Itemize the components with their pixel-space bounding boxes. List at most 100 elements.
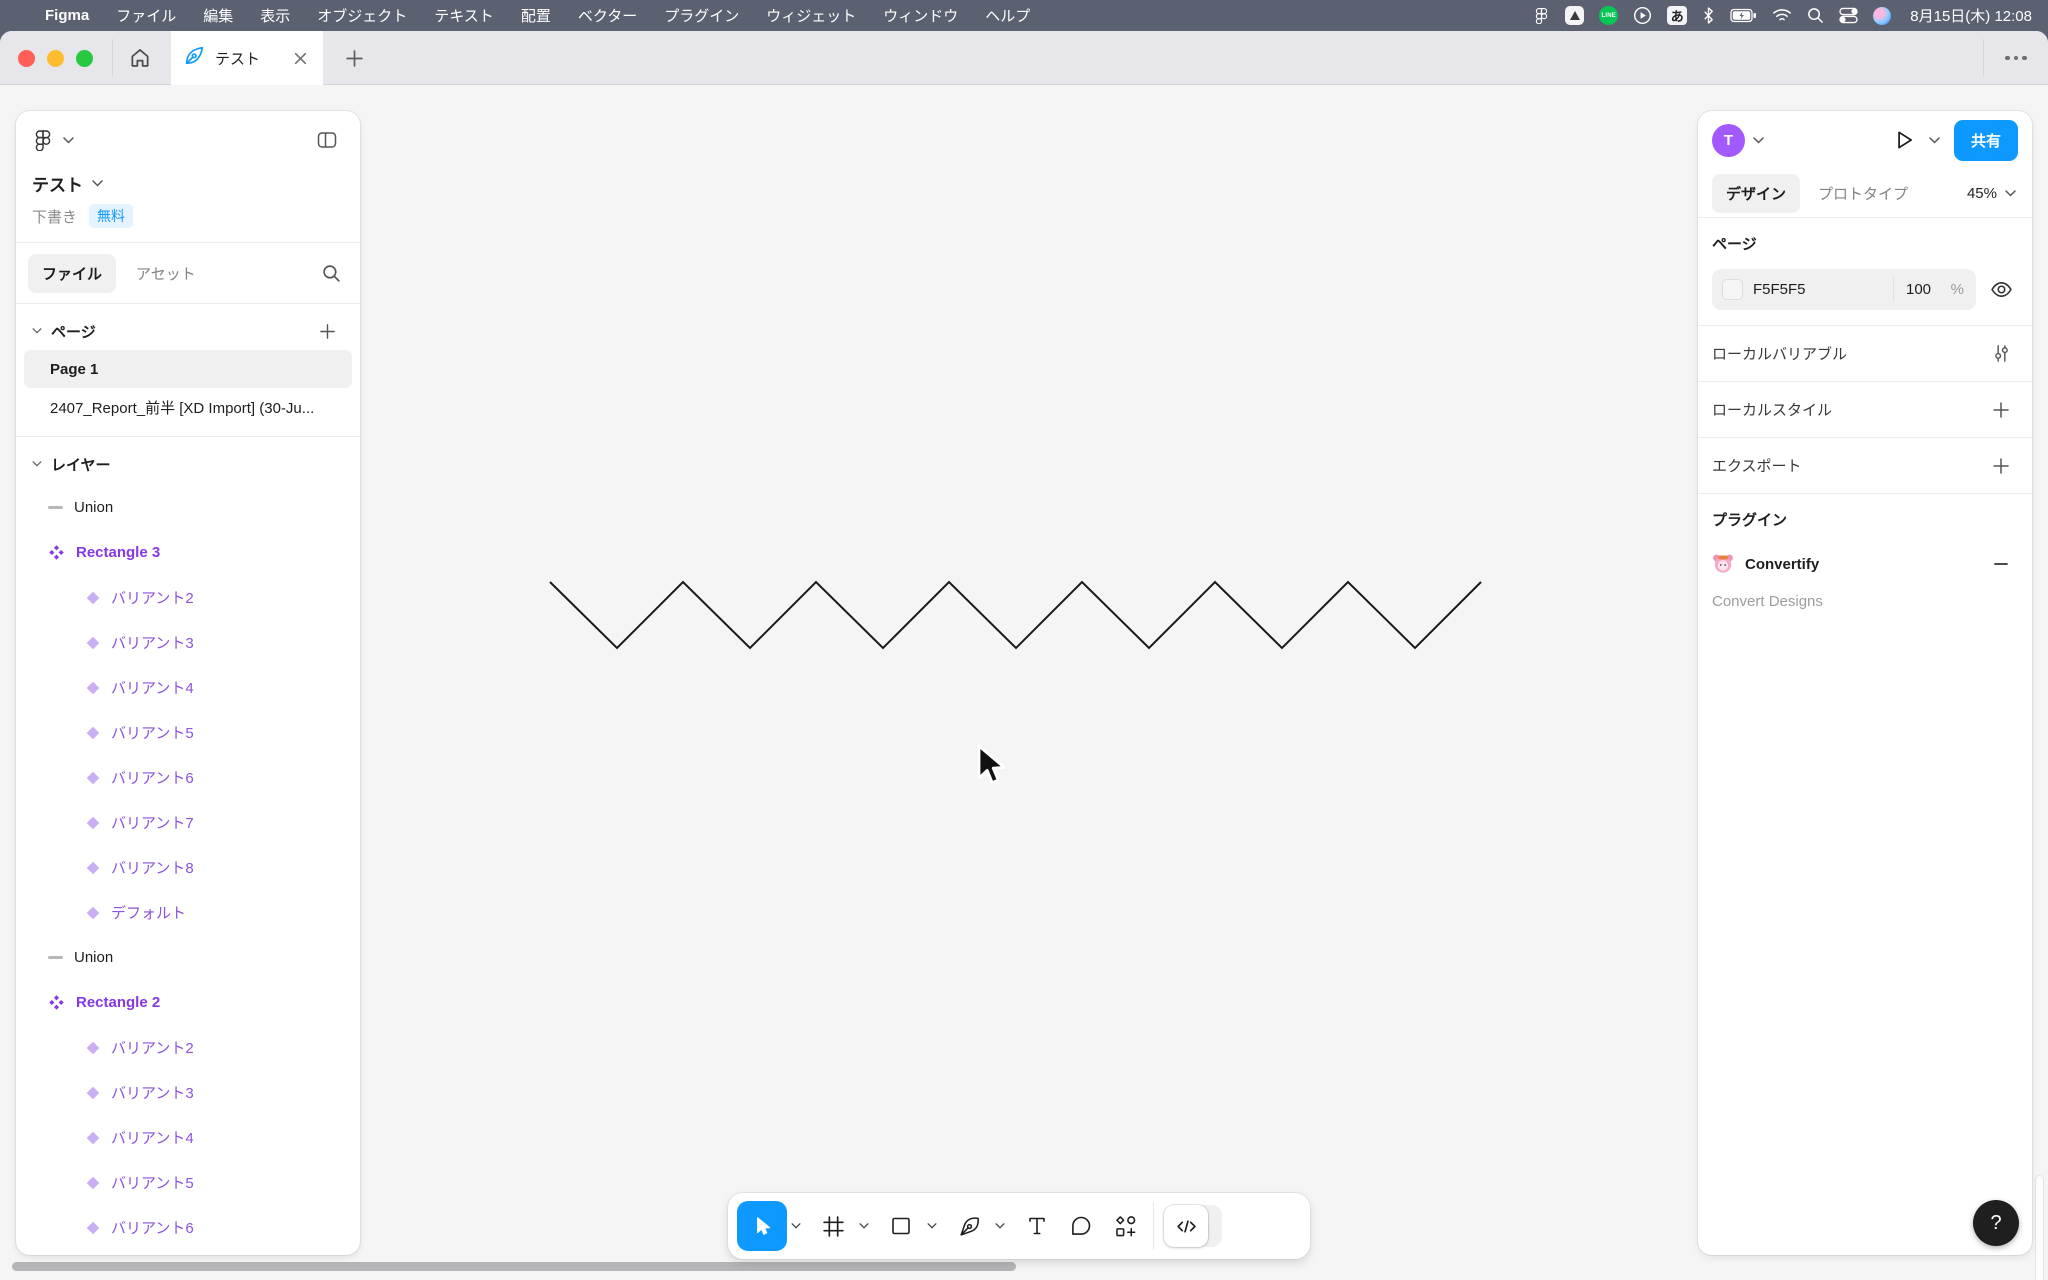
menubar-item-window[interactable]: ウィンドウ [883, 5, 958, 26]
layer-row[interactable]: Rectangle 2 [24, 980, 352, 1025]
chevron-down-icon[interactable] [1929, 137, 1940, 144]
add-style-icon[interactable] [1984, 393, 2018, 427]
add-export-icon[interactable] [1984, 449, 2018, 483]
frame-tool-dropdown[interactable] [855, 1201, 873, 1251]
pen-tool-dropdown[interactable] [991, 1201, 1009, 1251]
capture-app-icon[interactable] [1565, 6, 1584, 25]
layer-row[interactable]: バリアント6 [24, 1205, 352, 1250]
menubar-clock[interactable]: 8月15日(木) 12:08 [1910, 5, 2032, 26]
menubar-item-arrange[interactable]: 配置 [521, 5, 551, 26]
page-color-field[interactable]: F5F5F5 100 % [1712, 269, 1976, 310]
shape-tool-button[interactable] [879, 1201, 923, 1251]
present-play-icon[interactable] [1887, 123, 1921, 157]
layer-row[interactable]: バリアント3 [24, 620, 352, 665]
layer-row[interactable]: Union [24, 935, 352, 980]
layer-row[interactable]: バリアント2 [24, 575, 352, 620]
layer-row[interactable]: バリアント3 [24, 1070, 352, 1115]
page-color-opacity[interactable]: 100 [1906, 281, 1931, 298]
avatar[interactable]: T [1712, 124, 1745, 157]
move-tool-dropdown[interactable] [787, 1201, 805, 1251]
tab-test-file[interactable]: テスト [171, 31, 323, 85]
tab-design[interactable]: デザイン [1712, 174, 1800, 213]
layer-row[interactable]: Union [24, 485, 352, 530]
variables-adjust-icon[interactable] [1984, 337, 2018, 371]
plan-badge[interactable]: 無料 [89, 204, 133, 228]
menubar-item-object[interactable]: オブジェクト [317, 5, 407, 26]
playback-status-icon[interactable] [1633, 6, 1652, 25]
wifi-icon[interactable] [1772, 8, 1792, 23]
new-tab-button[interactable] [338, 42, 370, 74]
more-options-button[interactable] [1994, 42, 2038, 74]
chevron-down-icon[interactable] [92, 180, 103, 187]
layer-row[interactable]: バリアント5 [24, 1160, 352, 1205]
tab-files[interactable]: ファイル [28, 254, 116, 293]
canvas-vertical-scrollbar[interactable] [2035, 1175, 2044, 1280]
layer-row[interactable]: バリアント8 [24, 845, 352, 890]
menubar-item-edit[interactable]: 編集 [203, 5, 233, 26]
dev-mode-toggle[interactable] [1164, 1205, 1222, 1247]
chevron-down-icon[interactable] [32, 328, 42, 334]
spotlight-icon[interactable] [1807, 7, 1824, 24]
home-button[interactable] [122, 40, 158, 76]
local-styles-row[interactable]: ローカルスタイル [1698, 382, 2032, 437]
layer-row[interactable]: バリアント4 [24, 1115, 352, 1160]
menubar-item-help[interactable]: ヘルプ [985, 5, 1030, 26]
menubar-item-view[interactable]: 表示 [260, 5, 290, 26]
layer-row[interactable]: バリアント6 [24, 755, 352, 800]
bluetooth-icon[interactable] [1702, 6, 1715, 25]
plugin-description: Convert Designs [1712, 593, 2018, 610]
local-variables-row[interactable]: ローカルバリアブル [1698, 326, 2032, 381]
chevron-down-icon [63, 137, 74, 144]
help-button[interactable]: ? [1973, 1200, 2019, 1246]
figma-status-icon[interactable] [1533, 7, 1550, 24]
share-button[interactable]: 共有 [1954, 120, 2018, 161]
tab-assets[interactable]: アセット [122, 254, 210, 293]
menubar-item-plugins[interactable]: プラグイン [664, 5, 739, 26]
chevron-down-icon[interactable] [1753, 137, 1764, 144]
fullscreen-window-button[interactable] [76, 50, 93, 67]
text-tool-button[interactable] [1015, 1201, 1059, 1251]
frame-tool-button[interactable] [811, 1201, 855, 1251]
collapse-sidebar-button[interactable] [310, 123, 344, 157]
figma-main-menu-button[interactable] [32, 129, 74, 151]
file-name-title[interactable]: テスト [32, 171, 83, 196]
layer-row[interactable]: デフォルト [24, 890, 352, 935]
color-swatch[interactable] [1722, 279, 1743, 300]
zoom-level-control[interactable]: 45% [1967, 185, 2018, 202]
layer-row[interactable]: バリアント4 [24, 665, 352, 710]
line-app-icon[interactable]: LINE [1599, 6, 1618, 25]
tab-prototype[interactable]: プロトタイプ [1804, 174, 1922, 213]
shape-tool-dropdown[interactable] [923, 1201, 941, 1251]
menubar-item-vector[interactable]: ベクター [578, 5, 637, 26]
plugin-row[interactable]: Convertify [1712, 547, 2018, 581]
file-location-label[interactable]: 下書き [32, 206, 77, 227]
layer-row[interactable]: バリアント5 [24, 710, 352, 755]
page-list-item[interactable]: Page 1 [24, 350, 352, 388]
menubar-item-file[interactable]: ファイル [116, 5, 176, 26]
visibility-eye-icon[interactable] [1984, 273, 2018, 307]
actions-tool-button[interactable] [1103, 1201, 1147, 1251]
menubar-item-text[interactable]: テキスト [434, 5, 494, 26]
input-method-icon[interactable]: あ [1667, 6, 1687, 25]
page-list-item[interactable]: 2407_Report_前半 [XD Import] (30-Ju... [24, 388, 352, 426]
battery-icon[interactable] [1730, 8, 1757, 23]
layer-row[interactable]: バリアント2 [24, 1025, 352, 1070]
layer-row[interactable]: Rectangle 3 [24, 530, 352, 575]
remove-plugin-icon[interactable] [1984, 547, 2018, 581]
export-row[interactable]: エクスポート [1698, 438, 2032, 493]
siri-icon[interactable] [1873, 7, 1891, 25]
add-page-icon[interactable] [310, 314, 344, 348]
comment-tool-button[interactable] [1059, 1201, 1103, 1251]
pen-tool-button[interactable] [947, 1201, 991, 1251]
menubar-item-widgets[interactable]: ウィジェット [766, 5, 856, 26]
layer-row[interactable]: バリアント7 [24, 800, 352, 845]
search-icon[interactable] [314, 256, 348, 290]
close-window-button[interactable] [18, 50, 35, 67]
move-tool-button[interactable] [737, 1201, 787, 1251]
control-center-icon[interactable] [1839, 7, 1858, 24]
minimize-window-button[interactable] [47, 50, 64, 67]
canvas-horizontal-scrollbar[interactable] [12, 1262, 1016, 1271]
menubar-item-figma[interactable]: Figma [45, 7, 89, 24]
chevron-down-icon[interactable] [32, 461, 42, 467]
tab-close-icon[interactable] [289, 47, 311, 69]
